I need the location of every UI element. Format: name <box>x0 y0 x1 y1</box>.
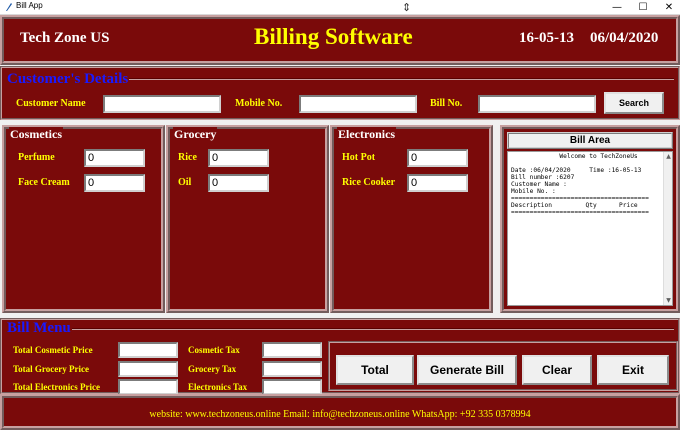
app-title: Billing Software <box>254 24 413 49</box>
rice-label: Rice <box>178 152 197 163</box>
face-cream-label: Face Cream <box>18 177 70 188</box>
footer-contact-info: website: www.techzoneus.online Email: in… <box>149 409 531 420</box>
grocery-tax-label: Grocery Tax <box>188 364 237 374</box>
search-button[interactable]: Search <box>604 92 664 114</box>
total-electronics-field[interactable] <box>118 379 178 395</box>
customer-details-legend: Customer's Details <box>6 71 130 88</box>
rice-qty-input[interactable]: 0 <box>208 149 269 167</box>
frame-border-line <box>6 328 674 330</box>
close-button[interactable]: ✕ <box>656 0 680 15</box>
resize-cursor-icon: ⇕ <box>402 1 412 14</box>
cosmetic-tax-label: Cosmetic Tax <box>188 345 240 355</box>
exit-button[interactable]: Exit <box>597 355 669 385</box>
generate-bill-button[interactable]: Generate Bill <box>417 355 517 385</box>
cosmetics-frame: Cosmetics Perfume 0 Face Cream 0 <box>2 125 165 313</box>
clear-button[interactable]: Clear <box>522 355 592 385</box>
bill-scrollbar[interactable]: ▲ ▼ <box>663 152 672 305</box>
bill-number-label: Bill No. <box>430 98 463 109</box>
bill-area-title: Bill Area <box>507 132 673 149</box>
mobile-input[interactable] <box>299 95 417 113</box>
oil-qty-input[interactable]: 0 <box>208 174 269 192</box>
hot-pot-label: Hot Pot <box>342 152 376 163</box>
shop-name: Tech Zone US <box>20 30 110 46</box>
total-grocery-label: Total Grocery Price <box>13 364 89 374</box>
customer-details-frame: Customer's Details Customer Name Mobile … <box>0 66 680 120</box>
bill-text: Welcome to TechZoneUs Date :06/04/2020 T… <box>511 153 649 216</box>
customer-name-label: Customer Name <box>16 98 86 109</box>
rice-cooker-qty-input[interactable]: 0 <box>407 174 468 192</box>
electronics-tax-label: Electronics Tax <box>188 382 248 392</box>
oil-label: Oil <box>178 177 192 188</box>
bill-area-frame: Bill Area Welcome to TechZoneUs Date :06… <box>500 125 680 313</box>
action-buttons-frame: Total Generate Bill Clear Exit <box>328 341 678 391</box>
perfume-qty-input[interactable]: 0 <box>84 149 145 167</box>
electronics-legend: Electronics <box>337 127 397 142</box>
bill-number-input[interactable] <box>478 95 596 113</box>
minimize-button[interactable]: — <box>604 0 630 15</box>
cosmetic-tax-field[interactable] <box>262 342 322 358</box>
cosmetics-legend: Cosmetics <box>9 127 63 142</box>
electronics-tax-field[interactable] <box>262 379 322 395</box>
footer-frame: website: www.techzoneus.online Email: in… <box>0 394 680 430</box>
window-title: Bill App <box>16 1 43 10</box>
header-date: 06/04/2020 <box>590 30 659 46</box>
total-grocery-field[interactable] <box>118 361 178 377</box>
bill-menu-frame: Bill Menu Total Cosmetic Price Total Gro… <box>0 318 680 395</box>
total-cosmetic-field[interactable] <box>118 342 178 358</box>
grocery-legend: Grocery <box>173 127 218 142</box>
bill-menu-legend: Bill Menu <box>6 320 72 337</box>
mobile-label: Mobile No. <box>235 98 283 109</box>
total-cosmetic-label: Total Cosmetic Price <box>13 345 93 355</box>
app-header: Tech Zone US Billing Software 16-05-13 0… <box>0 15 680 65</box>
hot-pot-qty-input[interactable]: 0 <box>407 149 468 167</box>
grocery-tax-field[interactable] <box>262 361 322 377</box>
total-electronics-label: Total Electronics Price <box>13 382 100 392</box>
customer-name-input[interactable] <box>103 95 221 113</box>
electronics-frame: Electronics Hot Pot 0 Rice Cooker 0 <box>330 125 493 313</box>
header-time: 16-05-13 <box>519 30 574 46</box>
grocery-frame: Grocery Rice 0 Oil 0 <box>166 125 329 313</box>
face-cream-qty-input[interactable]: 0 <box>84 174 145 192</box>
total-button[interactable]: Total <box>336 355 414 385</box>
scroll-up-arrow-icon[interactable]: ▲ <box>664 152 673 161</box>
feather-icon <box>6 3 12 11</box>
rice-cooker-label: Rice Cooker <box>342 177 396 188</box>
scroll-down-arrow-icon[interactable]: ▼ <box>664 296 673 305</box>
perfume-label: Perfume <box>18 152 55 163</box>
window-titlebar: Bill App ⇕ — ☐ ✕ <box>0 0 680 15</box>
maximize-button[interactable]: ☐ <box>630 0 656 15</box>
bill-text-area[interactable]: Welcome to TechZoneUs Date :06/04/2020 T… <box>507 151 673 306</box>
